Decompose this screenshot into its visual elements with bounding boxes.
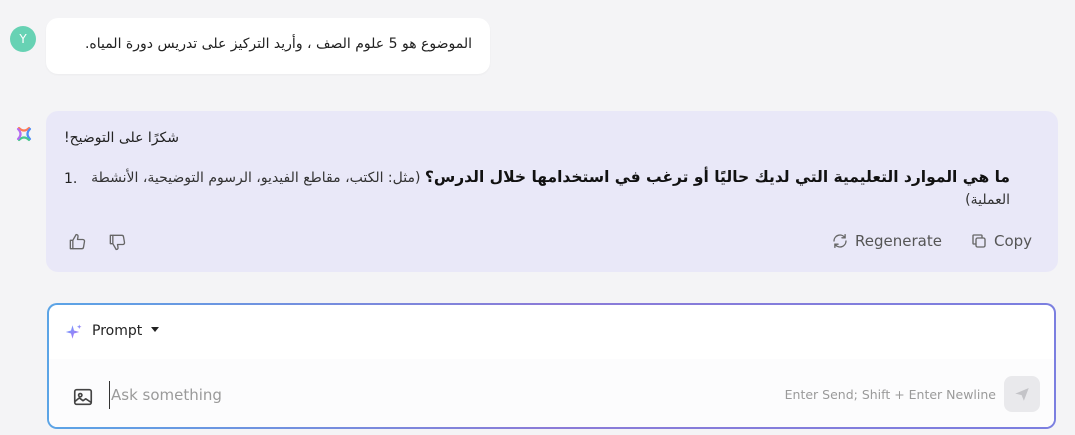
prompt-mode-selector[interactable]: Prompt [49, 305, 1054, 360]
user-message-bubble: الموضوع هو 5 علوم الصف ، وأريد التركيز ع… [46, 18, 490, 74]
copy-icon [972, 234, 986, 248]
thumbs-up-icon[interactable] [67, 232, 87, 252]
assistant-message-bubble: شكرًا على التوضيح! 1. ما هي الموارد التع… [46, 111, 1058, 272]
prompt-input-row: Enter Send; Shift + Enter Newline [49, 359, 1054, 427]
image-icon[interactable] [72, 386, 94, 408]
send-hint: Enter Send; Shift + Enter Newline [784, 387, 996, 402]
assistant-list-item: ما هي الموارد التعليمية التي لديك حاليًا… [84, 166, 1010, 211]
thumbs-down-icon[interactable] [107, 232, 127, 252]
chevron-down-icon [151, 327, 159, 332]
chat-page: Y الموضوع هو 5 علوم الصف ، وأريد التركيز… [0, 0, 1075, 435]
copy-button[interactable]: Copy [970, 232, 1032, 250]
list-item-number: 1. [64, 171, 78, 187]
assistant-greeting: شكرًا على التوضيح! [64, 130, 180, 146]
prompt-composer: Prompt Enter Send; Shift + Enter Newline [47, 303, 1056, 429]
user-avatar: Y [10, 26, 36, 52]
user-message-text: الموضوع هو 5 علوم الصف ، وأريد التركيز ع… [84, 36, 472, 52]
app-logo-icon [16, 126, 32, 142]
prompt-mode-label: Prompt [92, 323, 143, 339]
assistant-question-bold: ما هي الموارد التعليمية التي لديك حاليًا… [424, 168, 1010, 186]
copy-label: Copy [994, 232, 1033, 250]
send-button[interactable] [1004, 376, 1040, 412]
send-icon [1015, 388, 1029, 401]
refresh-icon [833, 233, 847, 249]
ask-input[interactable] [109, 381, 713, 409]
regenerate-label: Regenerate [855, 232, 942, 250]
regenerate-button[interactable]: Regenerate [831, 232, 942, 250]
sparkle-icon [65, 324, 82, 339]
